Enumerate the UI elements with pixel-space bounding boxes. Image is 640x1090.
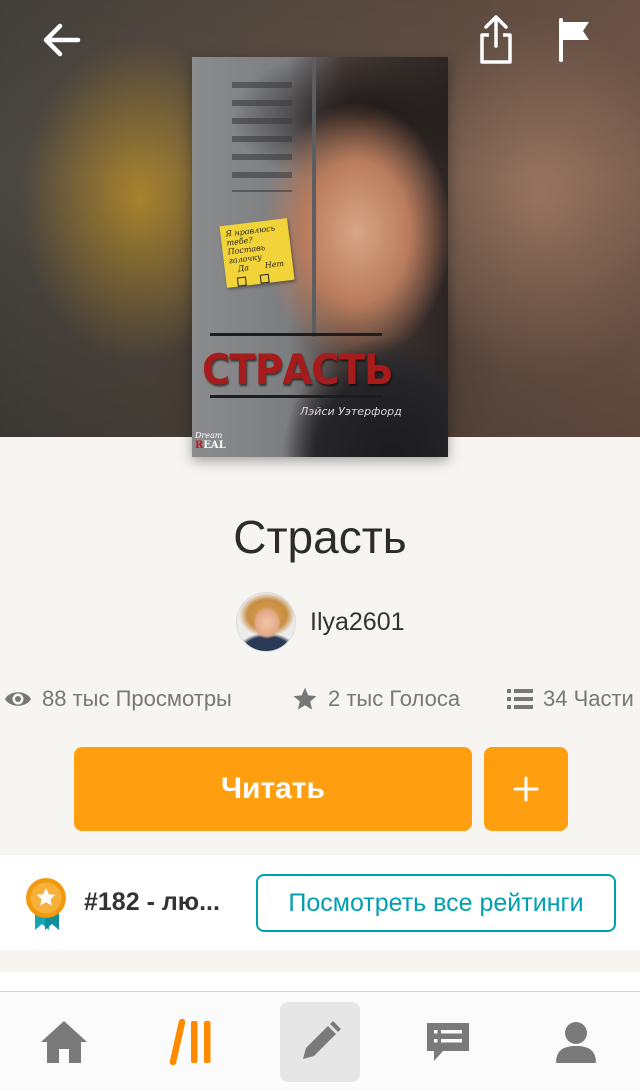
- library-icon: [169, 1019, 211, 1065]
- parts-count: 34 Части: [543, 686, 634, 711]
- bottom-nav: [0, 991, 640, 1090]
- cover-locker-vents: [232, 82, 292, 192]
- note-no: Нет: [264, 258, 285, 271]
- cover-rule-top: [210, 333, 382, 336]
- messages-icon: [427, 1023, 469, 1061]
- cover-rule-bottom: [210, 395, 382, 398]
- home-icon: [41, 1021, 87, 1063]
- cover-author: Лэйси Уэтерфорд: [300, 405, 402, 418]
- see-all-rankings-button[interactable]: Посмотреть все рейтинги: [256, 874, 616, 932]
- author-link[interactable]: Ilya2601: [236, 592, 405, 652]
- rank-number: #182: [84, 888, 140, 916]
- plus-icon: [513, 776, 539, 802]
- share-icon: [480, 15, 512, 64]
- story-title: Страсть: [233, 511, 407, 563]
- avatar[interactable]: [236, 592, 296, 652]
- stat-votes: 2 тыс Голоса: [292, 683, 460, 715]
- story-cover[interactable]: Я нравлюсь тебе? Поставь галочку Да Нет …: [192, 57, 448, 457]
- publisher-line-1: Dream: [195, 431, 223, 440]
- flag-icon: [559, 18, 589, 62]
- publisher-line-2: REAL: [195, 440, 226, 451]
- eye-icon: [5, 692, 31, 706]
- cover-sticky-note: Я нравлюсь тебе? Поставь галочку Да Нет: [219, 218, 295, 288]
- cover-publisher-logo: Dream REAL: [195, 431, 243, 455]
- ranking-badge-icon: [26, 878, 66, 930]
- views-count: 88 тыс Просмотры: [42, 686, 232, 711]
- content-continuation: [0, 972, 640, 992]
- nav-library[interactable]: [152, 1002, 232, 1082]
- stat-parts: 34 Части: [507, 683, 634, 715]
- nav-write[interactable]: [280, 1002, 360, 1082]
- write-icon: [303, 1021, 341, 1059]
- share-button[interactable]: [468, 12, 524, 68]
- cover-locker-edge: [312, 57, 316, 337]
- back-button[interactable]: [34, 12, 90, 68]
- story-stats: 88 тыс Просмотры 2 тыс Голоса 34 Части: [0, 683, 640, 715]
- list-icon: [507, 689, 533, 709]
- star-icon: [293, 687, 317, 710]
- author-name[interactable]: Ilya2601: [310, 608, 405, 637]
- nav-home[interactable]: [24, 1002, 104, 1082]
- rank-separator: -: [139, 888, 162, 916]
- note-checkboxes: [231, 271, 290, 287]
- stat-views: 88 тыс Просмотры: [4, 683, 232, 715]
- votes-count: 2 тыс Голоса: [328, 686, 461, 711]
- add-to-library-button[interactable]: [484, 747, 568, 831]
- report-button[interactable]: [547, 12, 603, 68]
- nav-messages[interactable]: [408, 1002, 488, 1082]
- ranking-summary: #182 - лю...: [84, 888, 244, 922]
- nav-profile[interactable]: [536, 1002, 616, 1082]
- rank-category: лю...: [161, 888, 220, 916]
- read-button[interactable]: Читать: [74, 747, 472, 831]
- arrow-left-icon: [43, 23, 81, 57]
- note-yes: Да: [237, 263, 250, 274]
- profile-icon: [556, 1022, 596, 1063]
- cover-title: СТРАСТЬ: [202, 345, 394, 394]
